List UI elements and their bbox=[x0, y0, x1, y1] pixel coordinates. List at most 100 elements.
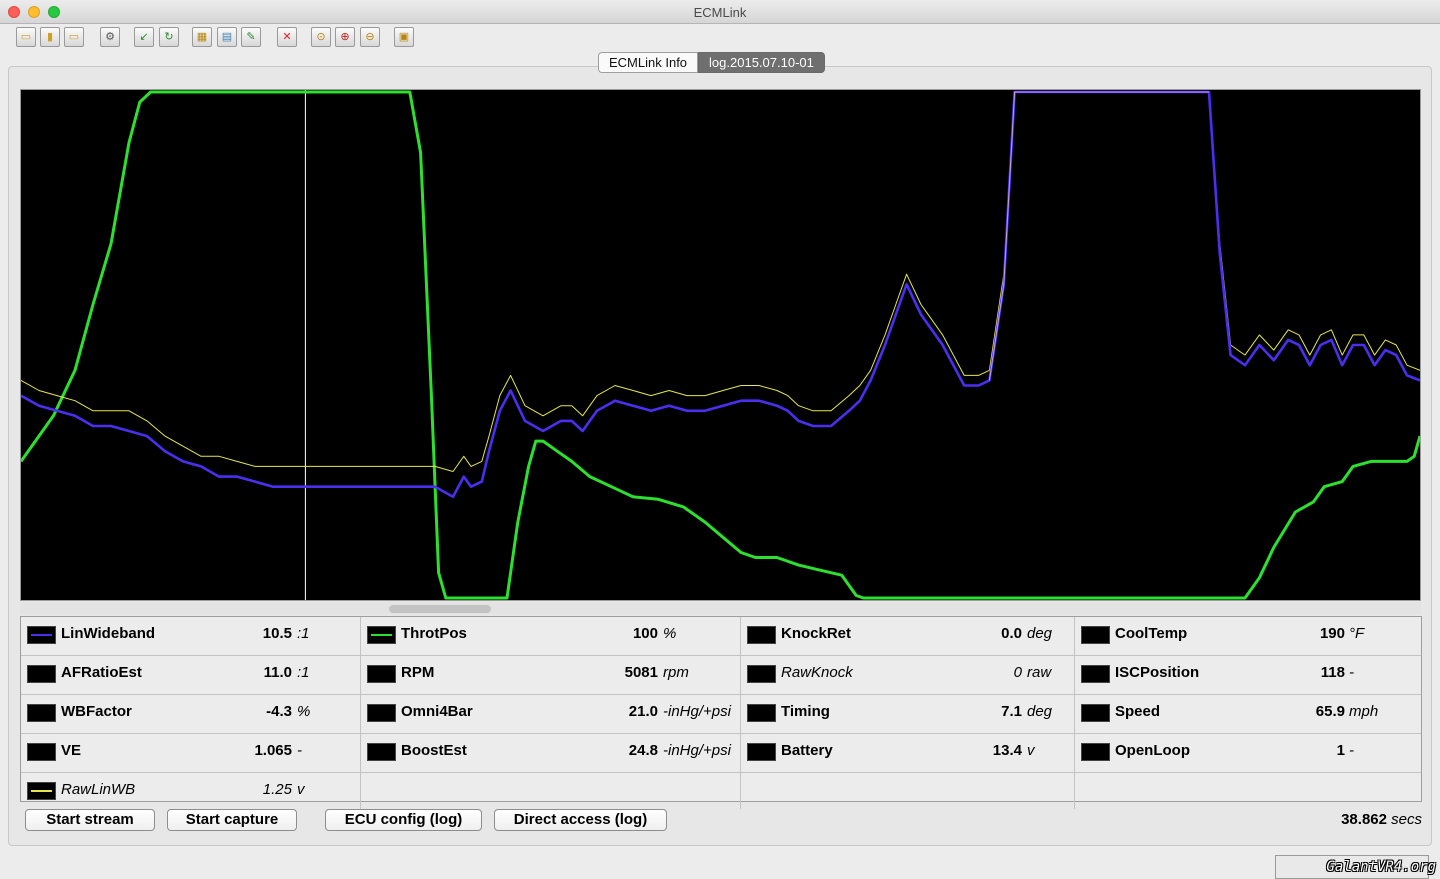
open-button[interactable]: ▭ bbox=[16, 27, 36, 47]
param-row-battery[interactable]: Battery 13.4 v bbox=[741, 734, 1075, 773]
param-unit: v bbox=[1027, 742, 1035, 759]
series-color-swatch[interactable] bbox=[27, 665, 56, 683]
tab-log-file[interactable]: log.2015.07.10-01 bbox=[698, 52, 825, 73]
series-line-afratioest bbox=[988, 91, 1209, 381]
param-value: 1 bbox=[1336, 742, 1345, 759]
series-line-rawlinwb bbox=[21, 91, 1420, 472]
zoom-fit-button[interactable]: ⊙ bbox=[311, 27, 331, 47]
graph-scrollbar[interactable] bbox=[20, 602, 1421, 614]
series-color-line bbox=[31, 634, 52, 636]
param-row-knockret[interactable]: KnockRet 0.0 deg bbox=[741, 617, 1075, 656]
param-name: WBFactor bbox=[61, 703, 132, 720]
series-color-swatch[interactable] bbox=[27, 782, 56, 800]
tab-ecmlink-info[interactable]: ECMLink Info bbox=[598, 52, 699, 73]
param-name: RPM bbox=[401, 664, 435, 681]
param-row-iscposition[interactable]: ISCPosition 118- bbox=[1075, 656, 1421, 695]
settings-icon: ⚙ bbox=[105, 30, 115, 43]
param-value: 7.1 bbox=[1001, 703, 1022, 720]
param-row-cooltemp[interactable]: CoolTemp 190 °F bbox=[1075, 617, 1421, 656]
param-unit: -inHg/+psi bbox=[663, 742, 731, 759]
direct-access-button[interactable]: Direct access (log) bbox=[494, 809, 667, 831]
param-row-omni4bar[interactable]: Omni4Bar 21.0 -inHg/+psi bbox=[361, 695, 741, 734]
series-color-swatch[interactable] bbox=[747, 626, 776, 644]
series-color-swatch[interactable] bbox=[1081, 743, 1110, 761]
zoom-fit-icon: ⊙ bbox=[316, 30, 326, 43]
param-row-speed[interactable]: Speed 65.9 mph bbox=[1075, 695, 1421, 734]
start-stream-button[interactable]: Start stream bbox=[25, 809, 155, 831]
save-button[interactable]: ▮ bbox=[40, 27, 60, 47]
zoom-in-button[interactable]: ⊕ bbox=[335, 27, 355, 47]
param-name: ISCPosition bbox=[1115, 664, 1200, 681]
param-empty-cell bbox=[361, 773, 741, 809]
zoom-out-icon: ⊖ bbox=[365, 30, 375, 43]
import-button[interactable]: ↙ bbox=[134, 27, 154, 47]
param-value: 21.0 bbox=[628, 703, 658, 720]
log-graph-plot[interactable] bbox=[21, 90, 1420, 600]
param-unit: % bbox=[297, 703, 311, 720]
compare-button[interactable]: ▤ bbox=[217, 27, 237, 47]
series-color-swatch[interactable] bbox=[747, 665, 776, 683]
series-color-swatch[interactable] bbox=[1081, 665, 1110, 683]
tools-button[interactable]: ✎ bbox=[241, 27, 261, 47]
param-value: 13.4 bbox=[992, 742, 1022, 759]
param-row-throtpos[interactable]: ThrotPos 100% bbox=[361, 617, 741, 656]
save-as-button[interactable]: ▭ bbox=[64, 27, 84, 47]
param-row-boostest[interactable]: BoostEst 24.8 -inHg/+psi bbox=[361, 734, 741, 773]
param-row-rawknock[interactable]: RawKnock 0 raw bbox=[741, 656, 1075, 695]
export-button[interactable]: ▣ bbox=[394, 27, 414, 47]
series-color-swatch[interactable] bbox=[747, 743, 776, 761]
edit-map-button[interactable]: ▦ bbox=[192, 27, 212, 47]
param-unit: :1 bbox=[297, 664, 310, 681]
start-capture-button[interactable]: Start capture bbox=[167, 809, 297, 831]
series-line-throtpos bbox=[21, 90, 1420, 600]
param-empty-cell bbox=[1075, 773, 1421, 809]
param-row-timing[interactable]: Timing 7.1 deg bbox=[741, 695, 1075, 734]
param-value: 10.5 bbox=[262, 625, 292, 642]
log-graph[interactable] bbox=[20, 89, 1421, 601]
param-unit: mph bbox=[1349, 703, 1379, 720]
series-color-swatch[interactable] bbox=[747, 704, 776, 722]
param-unit: -inHg/+psi bbox=[663, 703, 731, 720]
series-color-swatch[interactable] bbox=[367, 743, 396, 761]
param-value: 1.065 bbox=[254, 742, 292, 759]
param-unit: - bbox=[1349, 742, 1354, 759]
param-row-ve[interactable]: VE 1.065- bbox=[21, 734, 361, 773]
param-value: 0.0 bbox=[1001, 625, 1022, 642]
export-icon: ▣ bbox=[398, 30, 410, 43]
tools-icon: ✎ bbox=[246, 30, 256, 43]
graph-scroll-thumb[interactable] bbox=[389, 605, 491, 613]
param-row-openloop[interactable]: OpenLoop 1- bbox=[1075, 734, 1421, 773]
series-color-swatch[interactable] bbox=[27, 743, 56, 761]
param-value: 190 bbox=[1319, 625, 1345, 642]
delete-icon: ✕ bbox=[282, 30, 292, 43]
refresh-button[interactable]: ↻ bbox=[159, 27, 179, 47]
param-unit: % bbox=[663, 625, 677, 642]
param-empty-cell bbox=[741, 773, 1075, 809]
series-color-swatch[interactable] bbox=[1081, 704, 1110, 722]
watermark: GalantVR4.org bbox=[1326, 859, 1436, 875]
param-row-wbfactor[interactable]: WBFactor -4.3% bbox=[21, 695, 361, 734]
param-name: RawKnock bbox=[781, 664, 853, 681]
ecu-config-button[interactable]: ECU config (log) bbox=[325, 809, 482, 831]
param-name: VE bbox=[61, 742, 82, 759]
series-color-swatch[interactable] bbox=[27, 626, 56, 644]
series-color-swatch[interactable] bbox=[367, 626, 396, 644]
series-color-swatch[interactable] bbox=[367, 665, 396, 683]
param-row-linwideband[interactable]: LinWideband 10.5:1 bbox=[21, 617, 361, 656]
param-value: 65.9 bbox=[1315, 703, 1345, 720]
log-duration-unit: secs bbox=[1391, 811, 1422, 828]
series-color-swatch[interactable] bbox=[367, 704, 396, 722]
series-color-swatch[interactable] bbox=[27, 704, 56, 722]
series-color-line bbox=[371, 634, 392, 636]
param-row-rpm[interactable]: RPM 5081 rpm bbox=[361, 656, 741, 695]
delete-button[interactable]: ✕ bbox=[277, 27, 297, 47]
settings-button[interactable]: ⚙ bbox=[100, 27, 120, 47]
param-row-rawlinwb[interactable]: RawLinWB 1.25 v bbox=[21, 773, 361, 809]
zoom-out-button[interactable]: ⊖ bbox=[360, 27, 380, 47]
param-value: 11.0 bbox=[263, 664, 292, 681]
compare-icon: ▤ bbox=[221, 30, 233, 43]
param-row-afratioest[interactable]: AFRatioEst 11.0:1 bbox=[21, 656, 361, 695]
title-bar: ECMLink bbox=[0, 0, 1440, 24]
edit-map-icon: ▦ bbox=[196, 30, 208, 43]
series-color-swatch[interactable] bbox=[1081, 626, 1110, 644]
